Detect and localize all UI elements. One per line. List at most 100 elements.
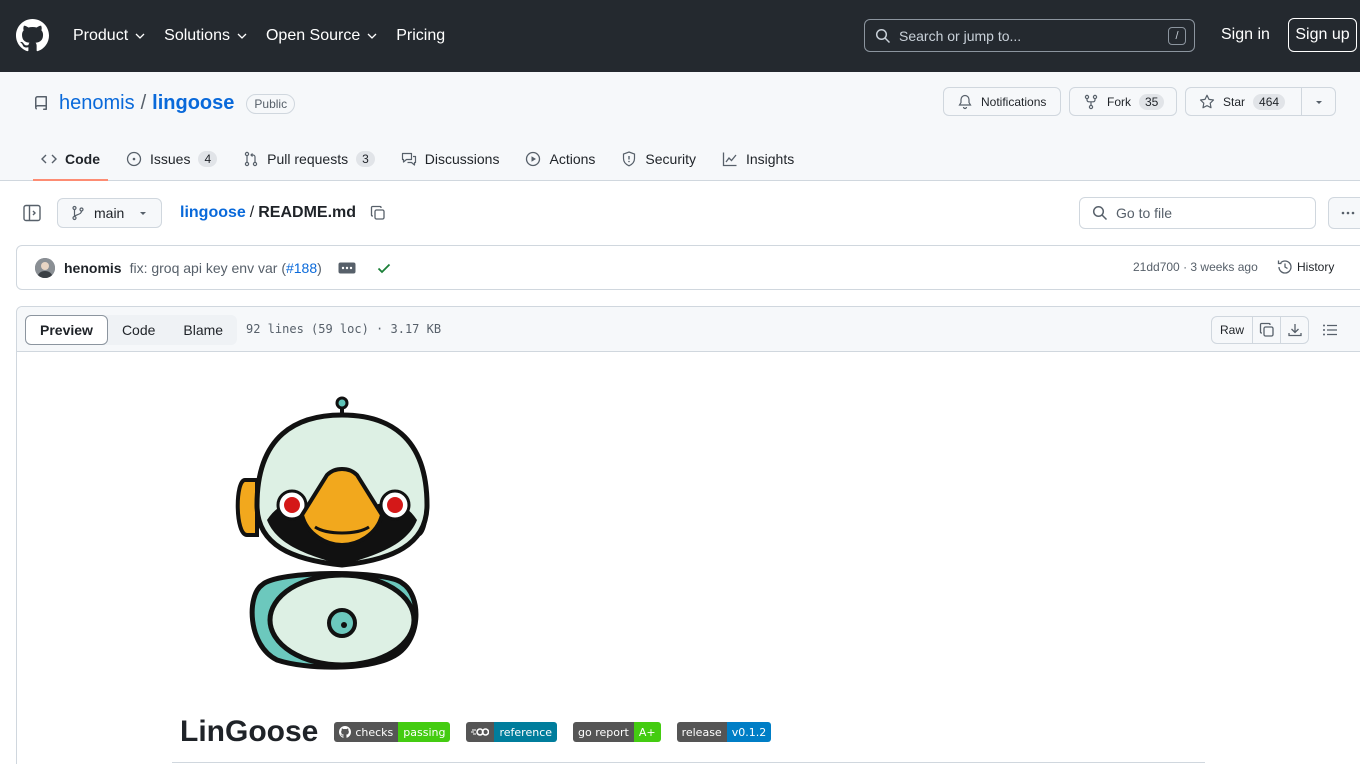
checks-badge-left: checks	[334, 722, 399, 742]
star-label: Star	[1223, 94, 1246, 109]
sign-in-link[interactable]: Sign in	[1221, 26, 1270, 44]
tab-pull-requests[interactable]: Pull requests 3	[235, 138, 383, 180]
file-info: 92 lines (59 loc) · 3.17 KB	[246, 322, 442, 336]
reference-badge[interactable]: reference	[466, 722, 558, 742]
repo-owner-link[interactable]: henomis	[59, 92, 135, 115]
search-icon	[875, 28, 891, 43]
repo-header: henomis / lingoose Public Notifications …	[0, 72, 1360, 181]
history-button[interactable]: History	[1277, 259, 1334, 275]
avatar[interactable]	[35, 257, 55, 278]
go-to-file-input[interactable]: Go to file	[1079, 197, 1316, 229]
triangle-down-icon	[1316, 100, 1322, 104]
checks-badge-label: checks	[355, 725, 394, 739]
star-count: 464	[1253, 93, 1286, 110]
readme-heading: LinGoose checks passing reference go rep…	[172, 715, 779, 749]
star-icon	[1199, 94, 1215, 108]
tab-actions-label: Actions	[549, 151, 596, 167]
tab-pull-requests-count: 3	[356, 151, 375, 167]
lingoose-logo	[235, 396, 430, 670]
reference-badge-left	[466, 722, 495, 742]
notifications-button[interactable]: Notifications	[943, 87, 1061, 116]
triangle-down-icon	[140, 212, 147, 215]
chevron-down-icon	[135, 33, 145, 39]
commit-message-text: fix: groq api key env var (	[129, 259, 286, 276]
tab-issues-label: Issues	[150, 151, 191, 167]
tab-issues-count: 4	[198, 151, 218, 167]
branch-name: main	[94, 205, 125, 221]
nav-open-source[interactable]: Open Source	[266, 27, 378, 45]
preview-button[interactable]: Preview	[25, 315, 108, 345]
star-button[interactable]: Star 464	[1185, 87, 1336, 116]
code-view-button[interactable]: Code	[108, 315, 169, 345]
nav-product[interactable]: Product	[73, 27, 146, 45]
github-logo-icon[interactable]	[16, 19, 49, 52]
view-mode-toggle: Preview Code Blame	[25, 315, 238, 345]
breadcrumb-separator: /	[249, 204, 255, 221]
expand-commit-icon[interactable]	[338, 262, 356, 274]
nav-solutions-label: Solutions	[164, 27, 230, 44]
github-icon	[339, 726, 352, 738]
branch-icon	[72, 205, 84, 221]
checks-badge-value: passing	[398, 722, 451, 742]
checks-badge[interactable]: checks passing	[334, 722, 451, 742]
chevron-down-icon	[237, 33, 247, 39]
fork-button[interactable]: Fork 35	[1069, 87, 1177, 116]
check-icon[interactable]	[376, 260, 392, 276]
tab-actions[interactable]: Actions	[517, 138, 603, 180]
release-badge[interactable]: release v0.1.2	[676, 722, 772, 742]
code-icon	[41, 154, 57, 164]
search-shortcut-key: /	[1168, 27, 1186, 45]
branch-selector[interactable]: main	[57, 198, 162, 228]
breadcrumb-file: README.md	[258, 204, 357, 221]
reference-badge-value: reference	[494, 722, 558, 742]
chevron-down-icon	[367, 33, 377, 39]
release-badge-label: release	[676, 722, 727, 742]
readme-title: LinGoose	[180, 715, 319, 748]
repo-name-link[interactable]: lingoose	[152, 92, 234, 115]
tab-discussions[interactable]: Discussions	[393, 138, 508, 180]
blame-button[interactable]: Blame	[169, 315, 237, 345]
go-report-badge[interactable]: go report A+	[573, 722, 661, 742]
go-icon	[471, 728, 490, 736]
breadcrumb-repo-link[interactable]: lingoose	[180, 204, 246, 222]
commit-author-link[interactable]: henomis	[64, 260, 122, 276]
sidebar-toggle-icon[interactable]	[22, 203, 42, 223]
tab-pull-requests-label: Pull requests	[267, 151, 349, 167]
fork-count: 35	[1139, 93, 1165, 110]
commit-hash[interactable]: 21dd700	[1133, 260, 1180, 274]
more-options-button[interactable]	[1328, 197, 1360, 229]
nav-open-source-label: Open Source	[265, 27, 361, 44]
global-nav: Product Solutions Open Source Pricing	[73, 0, 463, 72]
sign-up-button[interactable]: Sign up	[1288, 18, 1357, 52]
download-icon	[1287, 324, 1302, 337]
tab-code[interactable]: Code	[33, 138, 108, 181]
commit-meta: 21dd700 · 3 weeks ago	[1133, 260, 1258, 274]
copy-raw-button[interactable]	[1252, 317, 1280, 343]
nav-solutions[interactable]: Solutions	[164, 27, 248, 45]
shield-icon	[623, 151, 636, 167]
tab-code-label: Code	[65, 151, 100, 167]
list-unordered-icon[interactable]	[1322, 322, 1338, 338]
tab-discussions-label: Discussions	[424, 151, 500, 167]
discussion-icon	[401, 152, 416, 166]
commit-pr-link[interactable]: #188	[286, 260, 317, 276]
copy-icon	[1259, 322, 1274, 337]
nav-pricing-label: Pricing	[396, 27, 446, 44]
tab-issues[interactable]: Issues 4	[118, 138, 225, 180]
notifications-label: Notifications	[981, 94, 1047, 109]
global-header: Product Solutions Open Source Pricing Se…	[0, 0, 1360, 72]
tab-security[interactable]: Security	[613, 138, 704, 180]
star-dropdown[interactable]	[1301, 88, 1336, 115]
history-icon	[1277, 260, 1292, 274]
tab-insights[interactable]: Insights	[714, 138, 802, 180]
download-button[interactable]	[1280, 317, 1308, 343]
graph-icon	[722, 152, 737, 167]
search-input[interactable]: Search or jump to... /	[864, 19, 1195, 52]
commit-message[interactable]: fix: groq api key env var (#188)	[130, 260, 322, 276]
file-header: Preview Code Blame 92 lines (59 loc) · 3…	[17, 307, 1360, 352]
repo-separator: /	[140, 92, 147, 114]
raw-button[interactable]: Raw	[1212, 317, 1252, 343]
issue-icon	[126, 151, 142, 167]
copy-icon[interactable]	[370, 205, 386, 221]
nav-pricing[interactable]: Pricing	[396, 27, 445, 45]
